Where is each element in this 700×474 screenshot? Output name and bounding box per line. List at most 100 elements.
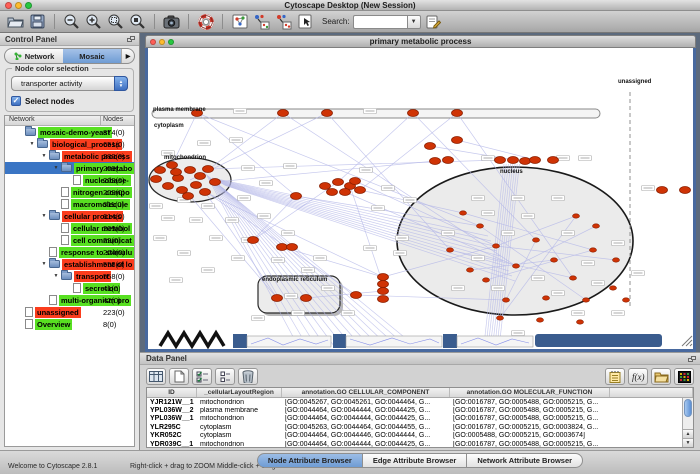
graph-node[interactable] bbox=[327, 189, 338, 196]
graph-node[interactable] bbox=[493, 244, 500, 248]
attribute-matrix-button[interactable] bbox=[674, 368, 694, 385]
graph-node[interactable] bbox=[203, 166, 214, 173]
tree-row-biological-process[interactable]: ▼biological_process651(0) bbox=[5, 138, 134, 150]
graph-node[interactable] bbox=[351, 292, 362, 299]
graph-node[interactable] bbox=[483, 278, 490, 282]
search-dropdown-button[interactable]: ▼ bbox=[407, 15, 421, 29]
graph-node[interactable] bbox=[623, 298, 630, 302]
graph-node[interactable] bbox=[477, 224, 484, 228]
graph-node[interactable] bbox=[272, 295, 283, 302]
graph-node[interactable] bbox=[497, 316, 504, 320]
node-color-dropdown[interactable]: transporter activity ▲▼ bbox=[11, 76, 128, 91]
expand-triangle-icon[interactable]: ▼ bbox=[39, 261, 49, 267]
unselect-attributes-button[interactable] bbox=[215, 368, 235, 385]
graph-node[interactable] bbox=[378, 288, 389, 295]
graph-node[interactable] bbox=[537, 318, 544, 322]
graph-node[interactable] bbox=[570, 276, 577, 280]
graph-node[interactable] bbox=[333, 179, 344, 186]
graph-node[interactable] bbox=[530, 157, 541, 164]
tab-node-attribute-browser[interactable]: Node Attribute Browser bbox=[257, 453, 363, 468]
delete-attribute-button[interactable] bbox=[238, 368, 258, 385]
network-view-window[interactable]: primary metabolic process plasma membran… bbox=[145, 35, 696, 352]
graph-node[interactable] bbox=[248, 237, 259, 244]
graph-node[interactable] bbox=[155, 167, 166, 174]
tree-row-macromolecule[interactable]: macromolecule311(0) bbox=[5, 198, 134, 210]
formula-button[interactable]: f(x) bbox=[628, 368, 648, 385]
app-titlebar[interactable]: Cytoscape Desktop (New Session) bbox=[0, 0, 700, 11]
tree-row-nitrogen-compo[interactable]: nitrogen compo209(0) bbox=[5, 186, 134, 198]
scrollbar-thumb[interactable] bbox=[684, 399, 692, 417]
snapshot-button[interactable] bbox=[162, 12, 181, 31]
table-row[interactable]: YJR121W__1mitochondrion[GO:0045267, GO:0… bbox=[147, 398, 693, 406]
expand-triangle-icon[interactable]: ▼ bbox=[51, 165, 61, 171]
graph-node[interactable] bbox=[610, 286, 617, 290]
table-row[interactable]: YPL036W__1mitochondrion[GO:0044464, GO:0… bbox=[147, 415, 693, 423]
close-view-button[interactable] bbox=[150, 39, 156, 45]
new-attribute-button[interactable] bbox=[169, 368, 189, 385]
graph-node[interactable] bbox=[447, 248, 454, 252]
help-button[interactable] bbox=[196, 12, 215, 31]
network-graph[interactable] bbox=[148, 48, 693, 349]
save-session-button[interactable] bbox=[28, 12, 47, 31]
select-nodes-checkbox[interactable]: ✓ bbox=[11, 96, 21, 106]
zoom-out-button[interactable] bbox=[62, 12, 81, 31]
tab-network[interactable]: Network bbox=[5, 49, 63, 63]
annotate-button[interactable] bbox=[424, 12, 443, 31]
graph-node[interactable] bbox=[301, 295, 312, 302]
graph-node[interactable] bbox=[195, 173, 206, 180]
tree-row-secretion[interactable]: secretion41(0) bbox=[5, 282, 134, 294]
network-view-button[interactable] bbox=[230, 12, 249, 31]
graph-node[interactable] bbox=[573, 214, 580, 218]
tab-edge-attribute-browser[interactable]: Edge Attribute Browser bbox=[363, 453, 467, 468]
table-row[interactable]: YKR052Ccytoplasm[GO:0044464, GO:0044446,… bbox=[147, 432, 693, 440]
graph-node[interactable] bbox=[171, 169, 182, 176]
expand-triangle-icon[interactable]: ▼ bbox=[39, 213, 49, 219]
tree-row-cellular-process[interactable]: ▼cellular process614(0) bbox=[5, 210, 134, 222]
graph-node[interactable] bbox=[378, 274, 389, 281]
zoom-in-button[interactable] bbox=[84, 12, 103, 31]
graph-node[interactable] bbox=[495, 157, 506, 164]
network-window-titlebar[interactable]: primary metabolic process bbox=[145, 35, 696, 48]
resize-grip-icon[interactable] bbox=[682, 336, 692, 346]
graph-node[interactable] bbox=[378, 296, 389, 303]
scroll-down-button[interactable]: ▼ bbox=[683, 438, 693, 447]
graph-node[interactable] bbox=[577, 320, 584, 324]
graph-node[interactable] bbox=[590, 248, 597, 252]
column-header[interactable]: annotation.GO MOLECULAR_FUNCTION bbox=[450, 388, 610, 397]
graph-node[interactable] bbox=[277, 244, 288, 251]
tree-row-establishment-of-lo[interactable]: ▼establishment of lo558(0) bbox=[5, 258, 134, 270]
expand-triangle-icon[interactable]: ▼ bbox=[39, 153, 49, 159]
graph-node[interactable] bbox=[167, 162, 178, 169]
column-header[interactable]: annotation.GO CELLULAR_COMPONENT bbox=[282, 388, 450, 397]
graph-node[interactable] bbox=[467, 268, 474, 272]
zoom-view-button[interactable] bbox=[168, 39, 174, 45]
graph-node[interactable] bbox=[430, 158, 441, 165]
tree-row-response-to-stimulu[interactable]: response to stimulu264(0) bbox=[5, 246, 134, 258]
filter-button[interactable] bbox=[274, 12, 293, 31]
graph-node[interactable] bbox=[151, 176, 162, 183]
table-row[interactable]: YLR295Ccytoplasm[GO:0045263, GO:0044464,… bbox=[147, 423, 693, 431]
graph-node[interactable] bbox=[322, 110, 333, 117]
graph-node[interactable] bbox=[460, 211, 467, 215]
graph-node[interactable] bbox=[278, 110, 289, 117]
column-header[interactable]: _cellularLayoutRegion bbox=[197, 388, 282, 397]
graph-node[interactable] bbox=[508, 157, 519, 164]
graph-node[interactable] bbox=[350, 178, 361, 185]
graph-node[interactable] bbox=[185, 167, 196, 174]
open-file-button[interactable] bbox=[6, 12, 25, 31]
tree-row-primary-metabo[interactable]: ▼primary metabo209(... bbox=[5, 162, 134, 174]
table-scrollbar[interactable]: ▲ ▼ bbox=[682, 398, 693, 447]
graph-node[interactable] bbox=[191, 182, 202, 189]
scroll-up-button[interactable]: ▲ bbox=[683, 429, 693, 438]
graph-node[interactable] bbox=[200, 189, 211, 196]
expand-triangle-icon[interactable]: ▼ bbox=[27, 141, 37, 147]
graph-node[interactable] bbox=[378, 281, 389, 288]
table-row[interactable]: YDR039C__1mitochondrion[GO:0044464, GO:0… bbox=[147, 440, 693, 448]
graph-node[interactable] bbox=[452, 110, 463, 117]
graph-node[interactable] bbox=[680, 187, 691, 194]
tab-network-attribute-browser[interactable]: Network Attribute Browser bbox=[467, 453, 583, 468]
notepad-button[interactable] bbox=[605, 368, 625, 385]
vizmapper-button[interactable] bbox=[252, 12, 271, 31]
tab-overflow-arrow[interactable]: ▶ bbox=[121, 49, 134, 63]
tree-row-overview[interactable]: Overview8(0) bbox=[5, 318, 134, 330]
